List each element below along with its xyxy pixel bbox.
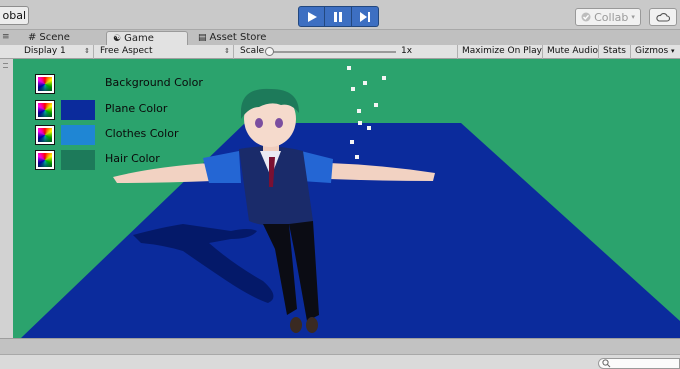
game-view-toolbar: Display 1 ⇕ Free Aspect ⇕ Scale 1x Maxim…: [0, 45, 680, 59]
tab-asset-store-label: Asset Store: [209, 32, 267, 43]
color-picker-icon[interactable]: [35, 100, 55, 120]
pause-button[interactable]: [325, 6, 352, 27]
game-icon: ☯: [113, 33, 122, 44]
step-button[interactable]: [352, 6, 379, 27]
color-row-hair: Hair Color: [35, 149, 235, 171]
game-viewport[interactable]: Background Color Plane Color Clothes Col…: [13, 59, 680, 338]
tab-game[interactable]: ☯ Game: [106, 31, 188, 45]
display-dropdown[interactable]: Display 1 ⇕: [20, 45, 94, 59]
color-row-clothes: Clothes Color: [35, 124, 235, 146]
maximize-on-play-toggle[interactable]: Maximize On Play: [457, 45, 543, 59]
left-panel-edge: [0, 59, 13, 338]
global-pivot-button[interactable]: obal: [0, 6, 29, 25]
tab-scene-label: Scene: [39, 32, 70, 43]
playback-controls: [298, 6, 379, 27]
aspect-label: Free Aspect: [100, 46, 153, 56]
checkmark-icon: [581, 12, 591, 22]
background-color-label: Background Color: [105, 76, 203, 89]
display-label: Display 1: [24, 46, 66, 56]
scale-slider-track[interactable]: [268, 51, 396, 53]
collab-label: Collab: [594, 10, 629, 24]
hair-color-label: Hair Color: [105, 152, 160, 165]
clothes-color-label: Clothes Color: [105, 127, 179, 140]
scale-slider-handle[interactable]: [265, 47, 274, 56]
color-picker-icon[interactable]: [35, 74, 55, 94]
cloud-icon: [656, 12, 670, 22]
updown-arrow-icon: ⇕: [224, 47, 230, 55]
step-icon: [360, 11, 370, 22]
search-icon: [602, 359, 611, 368]
plane-color-label: Plane Color: [105, 102, 168, 115]
color-row-plane: Plane Color: [35, 99, 235, 121]
play-icon: [307, 11, 317, 22]
play-button[interactable]: [298, 6, 325, 27]
main-toolbar: obal Collab ▾: [0, 0, 680, 30]
search-input[interactable]: [598, 358, 680, 369]
scale-label: Scale: [240, 46, 265, 56]
clothes-color-swatch[interactable]: [61, 125, 95, 145]
panel-menu-icon[interactable]: ≡: [2, 32, 10, 42]
gizmos-dropdown[interactable]: Gizmos ▾: [631, 45, 680, 59]
plane-color-swatch[interactable]: [61, 100, 95, 120]
collab-button[interactable]: Collab ▾: [575, 8, 641, 26]
tab-game-label: Game: [124, 32, 154, 44]
color-picker-icon[interactable]: [35, 125, 55, 145]
aspect-dropdown[interactable]: Free Aspect ⇕: [96, 45, 234, 59]
gizmos-label: Gizmos: [635, 46, 669, 56]
color-picker-icon[interactable]: [35, 150, 55, 170]
color-row-background: Background Color: [35, 73, 235, 95]
dropdown-arrow-icon: ▾: [631, 13, 635, 21]
dropdown-arrow-icon: ▾: [671, 47, 675, 55]
scene-icon: #: [28, 32, 37, 43]
mute-audio-toggle[interactable]: Mute Audio: [543, 45, 599, 59]
updown-arrow-icon: ⇕: [84, 47, 90, 55]
tab-bar: ≡ # Scene ☯ Game ▤ Asset Store: [0, 30, 680, 45]
cloud-services-button[interactable]: [649, 8, 677, 26]
tab-scene[interactable]: # Scene: [22, 31, 100, 45]
asset-store-icon: ▤: [198, 33, 207, 43]
bottom-panel-toolbar: [0, 354, 680, 369]
hair-color-swatch[interactable]: [61, 150, 95, 170]
pause-icon: [334, 11, 342, 22]
tab-asset-store[interactable]: ▤ Asset Store: [192, 31, 282, 45]
stats-toggle[interactable]: Stats: [599, 45, 631, 59]
scale-value: 1x: [401, 46, 413, 56]
